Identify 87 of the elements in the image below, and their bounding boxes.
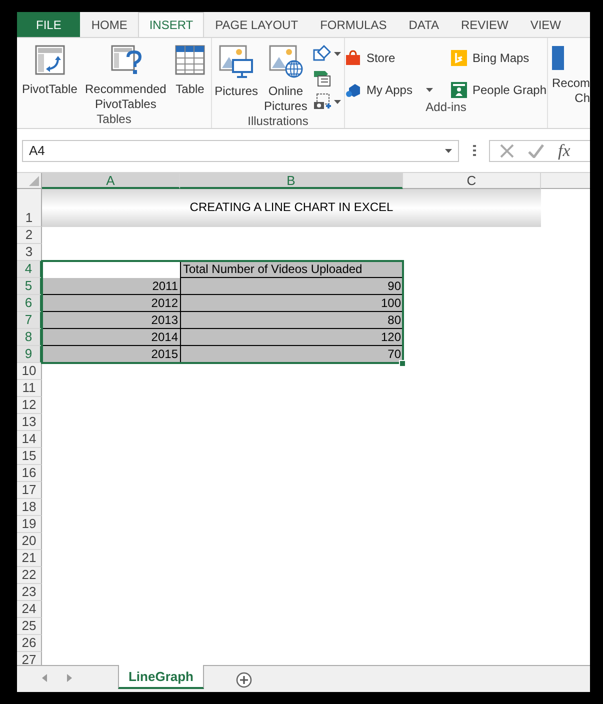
chart-bar-icon (552, 46, 564, 70)
title-cell: CREATING A LINE CHART IN EXCEL (42, 189, 541, 227)
addin-button[interactable]: People Graph (449, 80, 549, 100)
ribbon-button[interactable]: Recommended PivotTables (81, 44, 170, 112)
row-header[interactable]: 7 (17, 312, 42, 329)
group-label: Tables (96, 112, 132, 126)
table-cell: 90 (180, 278, 403, 295)
row-header[interactable]: 4 (17, 261, 42, 278)
ribbon-tab[interactable]: PAGE LAYOUT (204, 12, 310, 37)
row-header[interactable]: 26 (17, 635, 42, 652)
screenshot-icon (313, 93, 332, 111)
table-cell: 100 (180, 295, 403, 312)
row-header[interactable]: 22 (17, 567, 42, 584)
row-header[interactable]: 5 (17, 278, 42, 295)
group-label: Illustrations (248, 114, 308, 128)
insert-function-button[interactable]: fx (558, 140, 570, 160)
ribbon-button[interactable]: Online Pictures (262, 44, 310, 114)
ribbon-button[interactable]: Pictures (212, 44, 260, 99)
table-cell: 70 (180, 346, 403, 363)
row-header[interactable]: 24 (17, 601, 42, 618)
column-header[interactable]: C (403, 173, 541, 189)
row-header[interactable]: 10 (17, 363, 42, 380)
column-header[interactable]: B (180, 173, 403, 189)
row-header[interactable]: 2 (17, 227, 42, 244)
ribbon-tab[interactable]: REVIEW (450, 12, 520, 37)
table-cell: 80 (180, 312, 403, 329)
column-header[interactable]: A (42, 173, 180, 189)
row-header[interactable]: 14 (17, 431, 42, 448)
table-cell: 120 (180, 329, 403, 346)
row-header[interactable]: 27 (17, 652, 42, 665)
table-icon (174, 44, 206, 76)
sheet-tab[interactable]: LineGraph (118, 665, 204, 689)
ribbon-icon-button[interactable] (311, 44, 344, 64)
table-cell: 2012 (42, 295, 180, 312)
group-label: Add-ins (426, 100, 466, 116)
row-header[interactable]: 13 (17, 414, 42, 431)
row-header[interactable]: 19 (17, 516, 42, 533)
pivot-question-icon (110, 44, 142, 76)
row-header[interactable]: 15 (17, 448, 42, 465)
addin-button[interactable]: Store (343, 48, 436, 68)
shapes-icon (313, 45, 332, 63)
row-header[interactable]: 1 (17, 189, 42, 227)
ribbon-button[interactable]: Table (172, 44, 208, 97)
row-header[interactable]: 23 (17, 584, 42, 601)
picture-globe-icon (268, 44, 303, 78)
row-header[interactable]: 9 (17, 346, 42, 363)
addin-button[interactable]: Bing Maps (449, 48, 549, 68)
ribbon-button[interactable]: PivotTable (20, 44, 80, 97)
row-header[interactable]: 16 (17, 465, 42, 482)
add-sheet-icon[interactable] (236, 672, 252, 688)
table-cell: 2011 (42, 278, 180, 295)
ribbon-button-label: Recom Ch (552, 76, 590, 106)
cell-reference: A4 (29, 143, 45, 158)
file-tab[interactable]: FILE (17, 12, 80, 37)
ribbon-tab[interactable]: FORMULAS (309, 12, 398, 37)
row-header[interactable]: 20 (17, 533, 42, 550)
more-icon (472, 145, 476, 156)
name-box[interactable]: A4 (22, 140, 459, 162)
ribbon-tab[interactable]: HOME (80, 12, 138, 37)
row-header[interactable]: 17 (17, 482, 42, 499)
row-header[interactable]: 21 (17, 550, 42, 567)
shopping-bag-icon (345, 50, 362, 66)
people-graph-icon (451, 82, 468, 98)
table-cell: 2013 (42, 312, 180, 329)
row-header[interactable]: 18 (17, 499, 42, 516)
table-cell: 2014 (42, 329, 180, 346)
row-header[interactable]: 6 (17, 295, 42, 312)
row-header[interactable]: 25 (17, 618, 42, 635)
check-icon[interactable] (528, 144, 544, 158)
ribbon-tab[interactable]: VIEW (519, 12, 572, 37)
smartart-icon (313, 69, 332, 87)
table-cell: 2015 (42, 346, 180, 363)
apps-icon (345, 82, 362, 98)
ribbon-tab[interactable]: INSERT (138, 12, 204, 37)
ribbon-icon-button[interactable] (311, 92, 344, 112)
picture-monitor-icon (219, 44, 254, 78)
ribbon-tab[interactable]: DATA (398, 12, 450, 37)
fill-handle[interactable] (399, 360, 406, 367)
row-header[interactable]: 8 (17, 329, 42, 346)
row-header[interactable]: 12 (17, 397, 42, 414)
row-header[interactable]: 11 (17, 380, 42, 397)
caret-icon (445, 148, 452, 152)
addin-button[interactable]: My Apps (343, 80, 436, 100)
row-header[interactable]: 3 (17, 244, 42, 261)
table-header-cell: Total Number of Videos Uploaded (180, 261, 403, 278)
pivot-table-icon (34, 44, 66, 76)
map-b-icon (451, 50, 468, 66)
